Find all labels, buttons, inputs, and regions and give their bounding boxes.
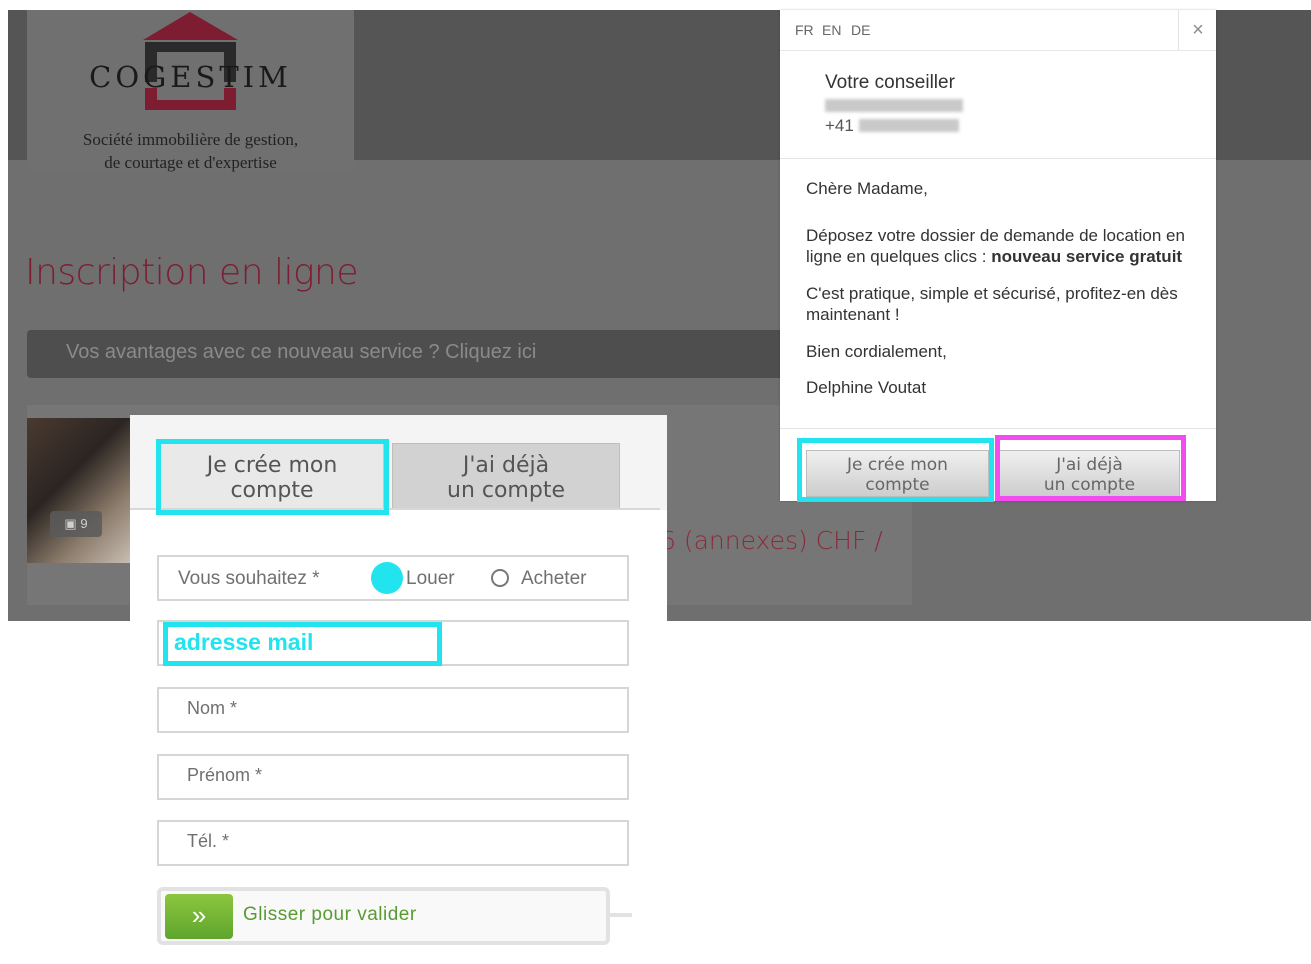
modal-create-label-2: compte bbox=[865, 475, 930, 495]
modal-existing-label-1: J'ai déjà bbox=[1056, 455, 1123, 475]
modal-existing-label-2: un compte bbox=[1043, 475, 1136, 495]
message-signature: Delphine Voutat bbox=[806, 378, 927, 397]
modal-footer-divider bbox=[780, 428, 1216, 429]
lang-de-link[interactable]: DE bbox=[851, 22, 870, 38]
modal-create-label-1: Je crée mon bbox=[847, 455, 948, 475]
modal-create-account-button[interactable]: Je crée mon compte bbox=[806, 450, 989, 497]
radio-rent-selected[interactable] bbox=[371, 562, 403, 594]
listing-price: 6 (annexes) CHF / bbox=[660, 526, 883, 555]
camera-icon: ▣ bbox=[64, 516, 77, 531]
tab-existing-account[interactable]: J'ai déjà un compte bbox=[392, 443, 620, 509]
close-icon[interactable]: × bbox=[1178, 10, 1217, 50]
first-name-label: Prénom * bbox=[187, 765, 263, 785]
tab-create-label-2: compte bbox=[230, 478, 314, 503]
double-chevron-right-icon[interactable]: » bbox=[165, 894, 233, 939]
lang-fr-link[interactable]: FR bbox=[795, 22, 814, 38]
message-paragraph-2: C'est pratique, simple et sécurisé, prof… bbox=[806, 284, 1178, 324]
tabs-divider bbox=[130, 508, 660, 510]
phone-label: Tél. * bbox=[187, 831, 230, 851]
radio-buy[interactable] bbox=[491, 569, 509, 587]
slider-track-tail bbox=[608, 913, 632, 917]
listing-photo[interactable] bbox=[27, 418, 132, 563]
logo-tagline: Société immobilière de gestion, de court… bbox=[27, 128, 354, 174]
last-name-field[interactable]: Nom * bbox=[157, 687, 629, 733]
advantages-link[interactable]: Vos avantages avec ce nouveau service ? … bbox=[66, 341, 536, 364]
last-name-label: Nom * bbox=[187, 698, 238, 718]
advisor-phone-prefix: +41 bbox=[825, 116, 854, 135]
advisor-name-redacted bbox=[825, 99, 963, 112]
slide-to-validate-label: Glisser pour valider bbox=[243, 904, 417, 925]
phone-field[interactable]: Tél. * bbox=[157, 820, 629, 866]
tagline-line-1: Société immobilière de gestion, bbox=[82, 130, 299, 149]
tab-create-account[interactable]: Je crée mon compte bbox=[160, 443, 384, 509]
modal-divider bbox=[780, 158, 1216, 159]
logo-wordmark: COGESTIM bbox=[89, 60, 292, 94]
tab-existing-label-2: un compte bbox=[447, 478, 565, 503]
tagline-line-2: de courtage et d'expertise bbox=[104, 153, 277, 172]
page-title: Inscription en ligne bbox=[25, 252, 359, 293]
advisor-title: Votre conseiller bbox=[825, 72, 955, 93]
option-buy-label[interactable]: Acheter bbox=[521, 568, 586, 590]
first-name-field[interactable]: Prénom * bbox=[157, 754, 629, 800]
tab-existing-label-1: J'ai déjà bbox=[462, 453, 550, 478]
email-value: adresse mail bbox=[174, 629, 314, 655]
modal-top-bar bbox=[780, 10, 1216, 51]
message-greeting: Chère Madame, bbox=[806, 179, 928, 198]
transaction-type-label: Vous souhaitez * bbox=[178, 568, 320, 589]
photo-count: 9 bbox=[80, 516, 88, 531]
tab-create-label-1: Je crée mon bbox=[206, 453, 338, 478]
message-paragraph-1-bold: nouveau service gratuit bbox=[991, 247, 1183, 266]
modal-existing-account-button[interactable]: J'ai déjà un compte bbox=[999, 450, 1180, 497]
message-paragraph-1: Déposez votre dossier de demande de loca… bbox=[806, 225, 1196, 267]
advisor-phone-redacted bbox=[859, 119, 959, 132]
option-rent-label[interactable]: Louer bbox=[406, 568, 455, 590]
lang-en-link[interactable]: EN bbox=[822, 22, 841, 38]
message-closing: Bien cordialement, bbox=[806, 342, 947, 361]
photo-count-badge[interactable]: ▣ 9 bbox=[50, 511, 102, 537]
